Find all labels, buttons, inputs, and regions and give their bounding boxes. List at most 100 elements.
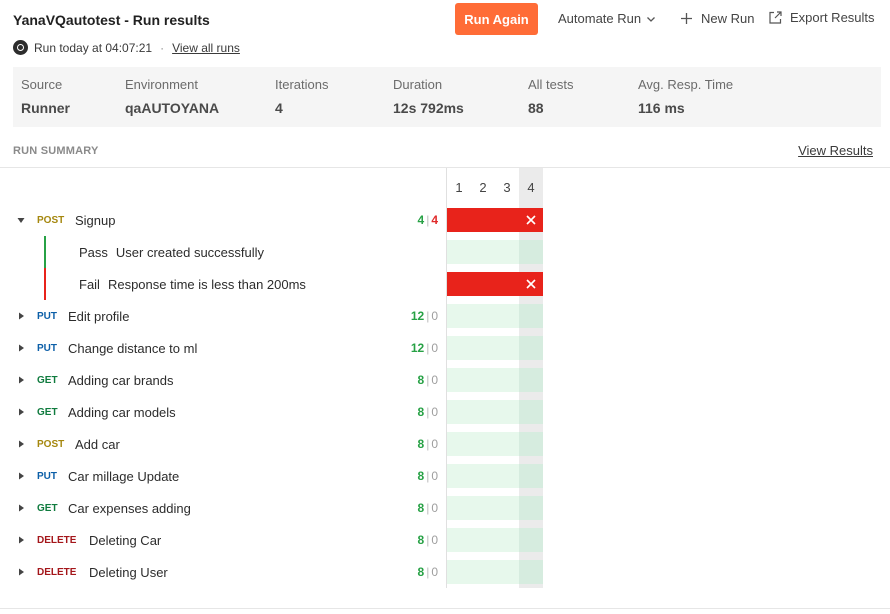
http-method-badge: GET	[37, 374, 58, 386]
request-row[interactable]: GET Car expenses adding 8 | 0	[0, 492, 446, 524]
test-status-label: Pass	[79, 245, 108, 260]
iteration-4-cell	[519, 240, 543, 264]
close-icon	[526, 215, 536, 225]
bottom-divider	[0, 608, 890, 609]
separator-dot: ·	[160, 40, 165, 55]
run-again-button[interactable]: Run Again	[455, 3, 538, 35]
passed-count: 8	[417, 469, 425, 483]
stat-label: Environment	[125, 77, 198, 92]
http-method-badge: GET	[37, 406, 58, 418]
iteration-4-cell	[519, 560, 543, 584]
failed-count: 0	[431, 437, 438, 451]
caret-icon[interactable]	[17, 536, 25, 544]
request-row[interactable]: DELETE Deleting User 8 | 0	[0, 556, 446, 588]
failed-count: 0	[431, 373, 438, 387]
caret-icon[interactable]	[17, 216, 25, 224]
failed-count: 0	[431, 341, 438, 355]
passed-count: 8	[417, 565, 425, 579]
iteration-4-cell	[519, 304, 543, 328]
test-iteration-strip[interactable]	[447, 240, 543, 264]
http-method-badge: PUT	[37, 470, 57, 482]
stat-label: Duration	[393, 77, 443, 92]
iteration-4-cell	[519, 528, 543, 552]
test-result-text: Fail Response time is less than 200ms	[79, 277, 306, 292]
caret-icon[interactable]	[17, 344, 25, 352]
iteration-result-strip[interactable]	[447, 528, 543, 552]
iteration-result-strip[interactable]	[447, 304, 543, 328]
iteration-result-strip[interactable]	[447, 400, 543, 424]
export-icon	[769, 11, 782, 24]
iteration-result-strip[interactable]	[447, 336, 543, 360]
request-name: Edit profile	[68, 308, 130, 324]
stat-environment: Environment qaAUTOYANA	[125, 77, 219, 116]
http-method-badge: PUT	[37, 342, 57, 354]
count-separator: |	[426, 405, 430, 419]
test-name: Response time is less than 200ms	[107, 277, 306, 292]
test-counts: 4 | 4	[418, 213, 439, 227]
stat-value: qaAUTOYANA	[125, 100, 220, 116]
stat-label: All tests	[528, 77, 574, 92]
iteration-4-cell	[519, 432, 543, 456]
stat-value: 88	[528, 100, 544, 116]
http-method-badge: PUT	[37, 310, 57, 322]
iteration-header: 3	[503, 180, 511, 195]
request-row[interactable]: DELETE Deleting Car 8 | 0	[0, 524, 446, 556]
iteration-result-strip[interactable]	[447, 368, 543, 392]
caret-icon[interactable]	[17, 408, 25, 416]
failure-marker	[519, 272, 543, 296]
test-counts: 12 | 0	[411, 341, 438, 355]
iteration-4-cell	[519, 368, 543, 392]
count-separator: |	[426, 309, 430, 323]
request-row[interactable]: PUT Change distance to ml 12 | 0	[0, 332, 446, 364]
count-separator: |	[426, 213, 430, 227]
page-title: YanaVQautotest - Run results	[13, 12, 210, 28]
test-iteration-strip[interactable]	[447, 272, 543, 296]
request-row[interactable]: POST Add car 8 | 0	[0, 428, 446, 460]
caret-icon[interactable]	[17, 440, 25, 448]
caret-icon[interactable]	[17, 312, 25, 320]
passed-count: 12	[410, 341, 425, 355]
iteration-4-cell	[519, 464, 543, 488]
request-row[interactable]: PUT Car millage Update 8 | 0	[0, 460, 446, 492]
caret-icon[interactable]	[17, 504, 25, 512]
request-name: Car millage Update	[68, 468, 180, 484]
iteration-result-strip[interactable]	[447, 560, 543, 584]
test-counts: 12 | 0	[411, 309, 438, 323]
failed-count: 0	[431, 309, 438, 323]
stat-avg-response-time: Avg. Resp. Time 116 ms	[638, 77, 733, 116]
failed-count: 0	[431, 565, 438, 579]
request-name: Change distance to ml	[68, 340, 198, 356]
http-method-badge: DELETE	[37, 534, 77, 546]
iteration-result-strip[interactable]	[447, 208, 543, 232]
iteration-result-strip[interactable]	[447, 496, 543, 520]
request-row[interactable]: GET Adding car brands 8 | 0	[0, 364, 446, 396]
export-results-label: Export Results	[790, 10, 875, 25]
new-run-button[interactable]: New Run	[680, 11, 754, 26]
view-all-runs-link[interactable]: View all runs	[172, 41, 240, 55]
iteration-4-cell	[519, 400, 543, 424]
export-results-button[interactable]: Export Results	[768, 10, 875, 25]
new-run-label: New Run	[701, 11, 755, 26]
request-name: Deleting Car	[89, 532, 162, 548]
passed-count: 8	[417, 437, 425, 451]
request-row[interactable]: GET Adding car models 8 | 0	[0, 396, 446, 428]
view-results-link[interactable]: View Results	[798, 143, 873, 158]
request-row[interactable]: PUT Edit profile 12 | 0	[0, 300, 446, 332]
count-separator: |	[426, 373, 430, 387]
iteration-header: 1	[455, 180, 463, 195]
failed-count: 0	[431, 469, 438, 483]
divider	[0, 167, 890, 168]
run-stats-panel: Source Runner Environment qaAUTOYANA Ite…	[13, 67, 881, 127]
automate-run-button[interactable]: Automate Run	[558, 11, 656, 26]
caret-icon[interactable]	[17, 472, 25, 480]
caret-icon[interactable]	[17, 376, 25, 384]
iteration-result-strip[interactable]	[447, 464, 543, 488]
test-name: User created successfully	[115, 245, 265, 260]
iteration-result-strip[interactable]	[447, 432, 543, 456]
stat-all-tests: All tests 88	[528, 77, 574, 116]
request-name: Car expenses adding	[68, 500, 191, 516]
stat-label: Iterations	[275, 77, 329, 92]
test-counts: 8 | 0	[418, 405, 439, 419]
caret-icon[interactable]	[17, 568, 25, 576]
request-row[interactable]: POST Signup 4 | 4	[0, 204, 446, 236]
